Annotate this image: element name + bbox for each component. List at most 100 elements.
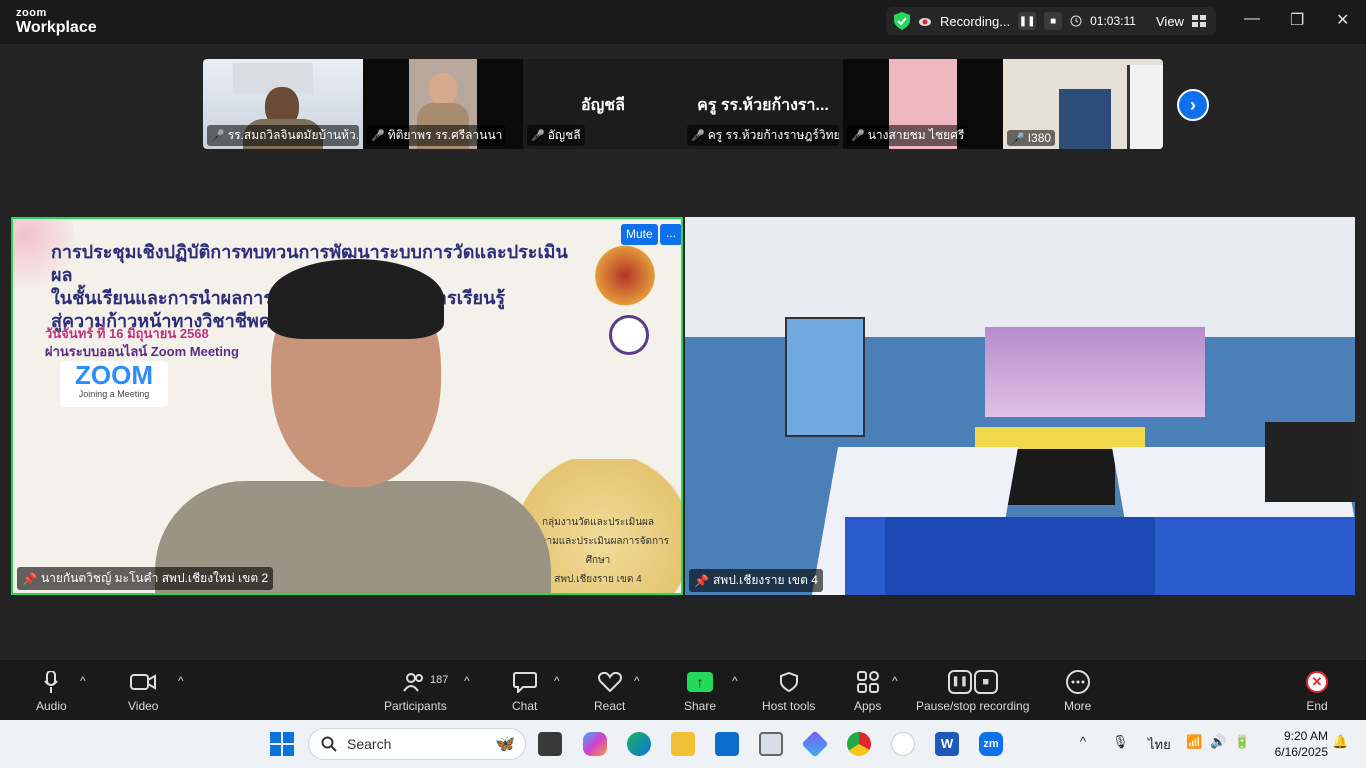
- stop-recording-button[interactable]: ■: [1044, 12, 1063, 30]
- ministry-emblem-icon: [595, 237, 655, 307]
- audio-button[interactable]: Audio: [36, 668, 67, 713]
- react-options-chevron-icon[interactable]: ^: [634, 674, 640, 688]
- app-icon[interactable]: [891, 732, 915, 756]
- host-tools-label: Host tools: [762, 699, 816, 713]
- word-icon[interactable]: W: [935, 732, 959, 756]
- share-label: Share: [684, 699, 717, 713]
- copilot-icon[interactable]: [583, 732, 607, 756]
- thumbnail-tile[interactable]: 🎤 I380: [1003, 59, 1163, 149]
- thumbnail-tile[interactable]: 🎤 นางสายชม ไชยศรี: [843, 59, 1003, 149]
- participant-video[interactable]: 📌 สพป.เชียงราย เขต 4: [685, 217, 1355, 595]
- muted-mic-icon: 🎤: [211, 130, 225, 142]
- task-view-icon[interactable]: [538, 732, 562, 756]
- participants-count: 187: [430, 674, 449, 686]
- chat-options-chevron-icon[interactable]: ^: [554, 674, 560, 688]
- search-icon: [321, 736, 337, 752]
- pause-icon: ❚❚: [1018, 15, 1036, 27]
- recording-label[interactable]: Recording...: [940, 14, 1010, 29]
- start-tile: [270, 745, 281, 756]
- participants-options-chevron-icon[interactable]: ^: [464, 674, 470, 688]
- apps-button[interactable]: Apps: [854, 668, 881, 713]
- chevron-right-icon: ›: [1190, 94, 1196, 115]
- app-logo: zoom Workplace: [16, 8, 97, 36]
- wifi-icon[interactable]: 📶: [1186, 734, 1202, 750]
- pause-recording-button[interactable]: ❚❚: [1018, 12, 1037, 30]
- active-speaker-video[interactable]: การประชุมเชิงปฏิบัติการทบทวนการพัฒนาระบบ…: [11, 217, 683, 595]
- chrome-icon[interactable]: [847, 732, 871, 756]
- video-button[interactable]: Video: [128, 668, 158, 713]
- thumbnail-tile[interactable]: 🎤 รร.สมถวิลจินตมัยบ้านห้ว...: [203, 59, 363, 149]
- clock-time: 9:20 AM: [1283, 729, 1328, 743]
- thumbnail-tile[interactable]: 🎤 ทิติยาพร รร.ศรีลานนา: [363, 59, 523, 149]
- apps-options-chevron-icon[interactable]: ^: [892, 674, 898, 688]
- taskbar-clock[interactable]: 9:20 AM 6/16/2025: [1262, 728, 1328, 760]
- notifications-icon[interactable]: 🔔: [1332, 734, 1348, 750]
- butterfly-icon: 🦋: [495, 736, 515, 753]
- minimize-icon[interactable]: —: [1244, 10, 1260, 28]
- volume-icon[interactable]: 🔊: [1210, 734, 1226, 750]
- more-options-button[interactable]: ...: [660, 224, 681, 245]
- muted-mic-icon: 🎤: [691, 130, 705, 142]
- file-explorer-icon[interactable]: [671, 732, 695, 756]
- stop-icon: ■: [973, 670, 998, 694]
- share-options-chevron-icon[interactable]: ^: [732, 674, 738, 688]
- stop-icon: ■: [1050, 15, 1057, 27]
- share-button[interactable]: ↑ Share: [684, 668, 716, 713]
- edge-icon[interactable]: [627, 732, 651, 756]
- video-options-chevron-icon[interactable]: ^: [178, 674, 184, 688]
- start-tile: [283, 732, 294, 743]
- chat-button[interactable]: Chat: [512, 668, 537, 713]
- view-label: View: [1156, 13, 1184, 29]
- recording-controls-icon: ❚❚ ■: [947, 668, 998, 696]
- heart-icon: [597, 668, 622, 696]
- more-label: More: [1064, 699, 1092, 713]
- participant-face: [429, 73, 457, 105]
- muted-mic-icon: 🎤: [851, 130, 865, 142]
- end-meeting-button[interactable]: ✕ End: [1306, 668, 1328, 713]
- title-bar: zoom Workplace Recording... ❚❚ ■ 01:03:1…: [0, 0, 1366, 44]
- pause-stop-recording-button[interactable]: ❚❚ ■ Pause/stop recording: [916, 668, 1029, 713]
- pause-icon: ❚❚: [947, 670, 972, 694]
- pause-stop-label: Pause/stop recording: [916, 699, 1030, 713]
- more-button[interactable]: More: [1064, 668, 1091, 713]
- audio-label: Audio: [36, 699, 67, 713]
- microphone-tray-icon[interactable]: 🎙: [1112, 734, 1129, 750]
- video-background: [1127, 65, 1163, 149]
- video-background: [1059, 89, 1111, 149]
- taskbar-search-box[interactable]: Search 🦋: [308, 728, 526, 760]
- mute-participant-button[interactable]: Mute: [621, 224, 658, 245]
- end-label: End: [1306, 699, 1328, 713]
- pin-icon: 📌: [694, 573, 709, 588]
- microphone-icon: [44, 668, 59, 696]
- pin-icon: 📌: [22, 571, 37, 586]
- restore-icon[interactable]: ❐: [1290, 10, 1304, 30]
- copilot-app-icon[interactable]: [801, 730, 829, 758]
- photos-icon[interactable]: [759, 732, 783, 756]
- start-tile: [270, 732, 281, 743]
- organization-logo-icon: [609, 315, 649, 355]
- video-name-label: 📌 นายกันตวิชญ์ มะโนคำ สพป.เชียงใหม่ เขต 2: [17, 567, 274, 590]
- language-indicator[interactable]: ไทย: [1148, 734, 1171, 755]
- stage-curtain: [985, 327, 1205, 417]
- host-shield-icon: [779, 668, 798, 696]
- next-page-button[interactable]: ›: [1177, 89, 1209, 121]
- thumbnail-tile[interactable]: อัญชลี 🎤 อัญชลี: [523, 59, 683, 149]
- thumbnail-name: 🎤 I380: [1007, 130, 1056, 146]
- thumbnail-name: 🎤 อัญชลี: [527, 125, 585, 146]
- outlook-icon[interactable]: [715, 732, 739, 756]
- grid-view-icon: [1191, 15, 1206, 27]
- battery-icon[interactable]: 🔋: [1234, 734, 1250, 750]
- security-shield-icon[interactable]: [894, 12, 910, 30]
- view-button[interactable]: View: [1146, 7, 1216, 35]
- host-tools-button[interactable]: Host tools: [762, 668, 815, 713]
- show-hidden-icons-chevron-icon[interactable]: ^: [1080, 734, 1086, 749]
- thumbnail-tile[interactable]: ครู รร.ห้วยก้างรา... 🎤 ครู รร.ห้วยก้างราษ…: [683, 59, 843, 149]
- zoom-taskbar-icon[interactable]: zm: [979, 732, 1003, 756]
- close-icon[interactable]: ✕: [1336, 10, 1349, 30]
- camera-icon: [130, 668, 157, 696]
- audio-options-chevron-icon[interactable]: ^: [80, 674, 86, 688]
- react-button[interactable]: React: [594, 668, 625, 713]
- windows-start-icon[interactable]: [270, 732, 294, 756]
- clock-icon: [1070, 15, 1082, 27]
- muted-mic-icon: 🎤: [531, 130, 545, 142]
